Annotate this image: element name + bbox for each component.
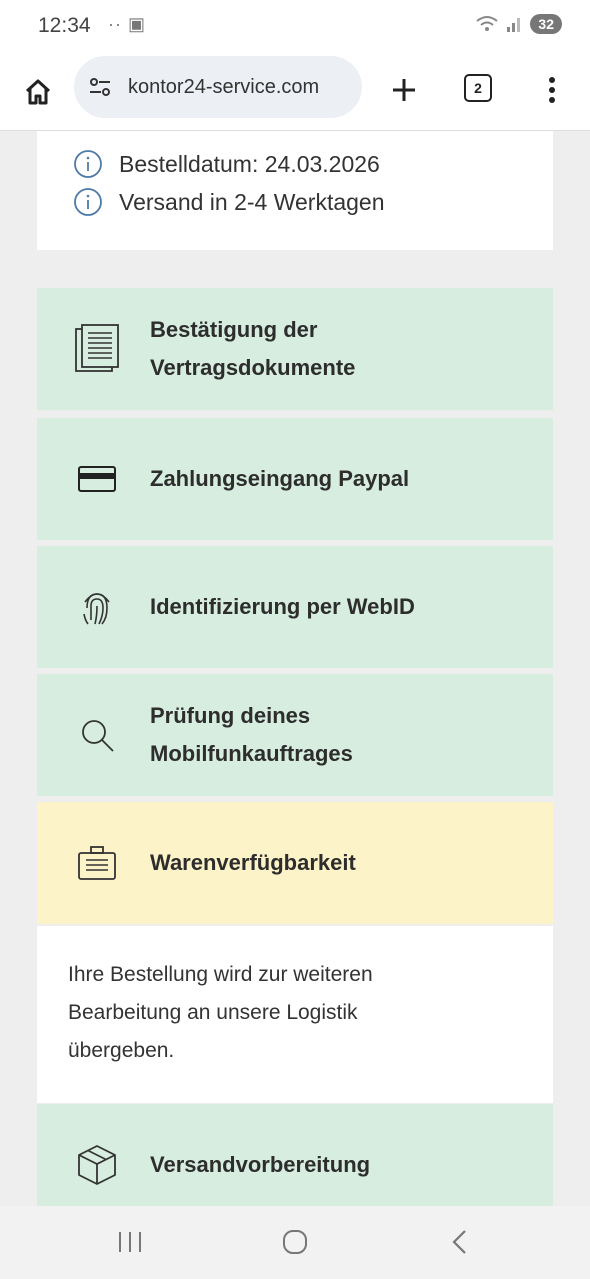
recent-apps-button[interactable] (110, 1224, 150, 1260)
step-label-line2: Vertragsdokumente (150, 355, 356, 380)
search-icon (71, 709, 123, 761)
page-content: Bestelldatum: 24.03.2026 Versand in 2-4 … (0, 131, 590, 1206)
back-nav-button[interactable] (440, 1224, 480, 1260)
step-webid-identification[interactable]: Identifizierung per WebID (37, 546, 553, 668)
credit-card-icon (71, 453, 123, 505)
new-tab-button[interactable] (384, 70, 424, 110)
shipping-time-text: Versand in 2-4 Werktagen (119, 188, 385, 215)
step-label: Zahlungseingang Paypal (150, 466, 410, 491)
order-info-card: Bestelldatum: 24.03.2026 Versand in 2-4 … (37, 131, 553, 250)
step-shipping-preparation[interactable]: Versandvorbereitung (37, 1104, 553, 1206)
step-label-line2: Mobilfunkauftrages (150, 741, 353, 766)
plus-icon (393, 79, 415, 101)
more-vertical-icon (549, 77, 555, 103)
step-label: Identifizierung per WebID (150, 594, 415, 619)
step-contract-documents[interactable]: Bestätigung der Vertragsdokumente (37, 288, 553, 410)
order-date-text: Bestelldatum: 24.03.2026 (119, 150, 380, 177)
battery-indicator: 32 (530, 14, 562, 34)
status-right: 32 (476, 14, 562, 34)
signal-icon (507, 18, 521, 32)
step-label-line1: Bestätigung der (150, 317, 318, 342)
step-label-line1: Prüfung deines (150, 703, 311, 728)
home-circle-icon (283, 1230, 307, 1254)
fingerprint-icon (71, 581, 123, 633)
step-label: Warenverfügbarkeit (150, 850, 356, 875)
description-line2: Bearbeitung an unsere Logistik (68, 1001, 358, 1024)
home-nav-button[interactable] (275, 1224, 315, 1260)
step-description-card: Ihre Bestellung wird zur weiteren Bearbe… (37, 926, 553, 1103)
status-bar: 12:34 ·· ▣ 32 (0, 0, 590, 56)
info-icon (74, 188, 102, 216)
step-label: Versandvorbereitung (150, 1152, 371, 1177)
recent-apps-icon (119, 1232, 141, 1252)
wifi-icon (476, 16, 499, 31)
description-line3: übergeben. (68, 1039, 175, 1062)
shipping-time-line: Versand in 2-4 Werktagen (73, 187, 385, 217)
tab-switcher-button[interactable]: 2 (464, 74, 492, 102)
address-bar[interactable]: kontor24-service.com (74, 56, 362, 118)
home-button[interactable] (18, 72, 58, 112)
step-order-review[interactable]: Prüfung deines Mobilfunkauftrages (37, 674, 553, 796)
package-icon (71, 1139, 123, 1191)
status-time: 12:34 (38, 14, 91, 37)
description-line1: Ihre Bestellung wird zur weiteren (68, 963, 373, 986)
site-settings-icon[interactable] (86, 73, 114, 101)
step-availability[interactable]: Warenverfügbarkeit (37, 802, 553, 924)
url-text[interactable]: kontor24-service.com (128, 76, 319, 99)
step-label: Bestätigung der Vertragsdokumente (150, 311, 355, 387)
more-menu-button[interactable] (538, 70, 566, 110)
briefcase-icon (71, 837, 123, 889)
step-label: Prüfung deines Mobilfunkauftrages (150, 697, 353, 773)
document-icon (71, 323, 123, 375)
back-icon (452, 1230, 466, 1254)
order-date-line: Bestelldatum: 24.03.2026 (73, 149, 380, 179)
system-navigation-bar (0, 1206, 590, 1279)
status-notification-icons: ·· ▣ (108, 14, 146, 34)
step-description-text: Ihre Bestellung wird zur weiteren Bearbe… (68, 956, 518, 1070)
info-icon (74, 150, 102, 178)
browser-toolbar: kontor24-service.com 2 (0, 56, 590, 131)
home-icon (25, 79, 51, 105)
step-paypal-payment[interactable]: Zahlungseingang Paypal (37, 418, 553, 540)
